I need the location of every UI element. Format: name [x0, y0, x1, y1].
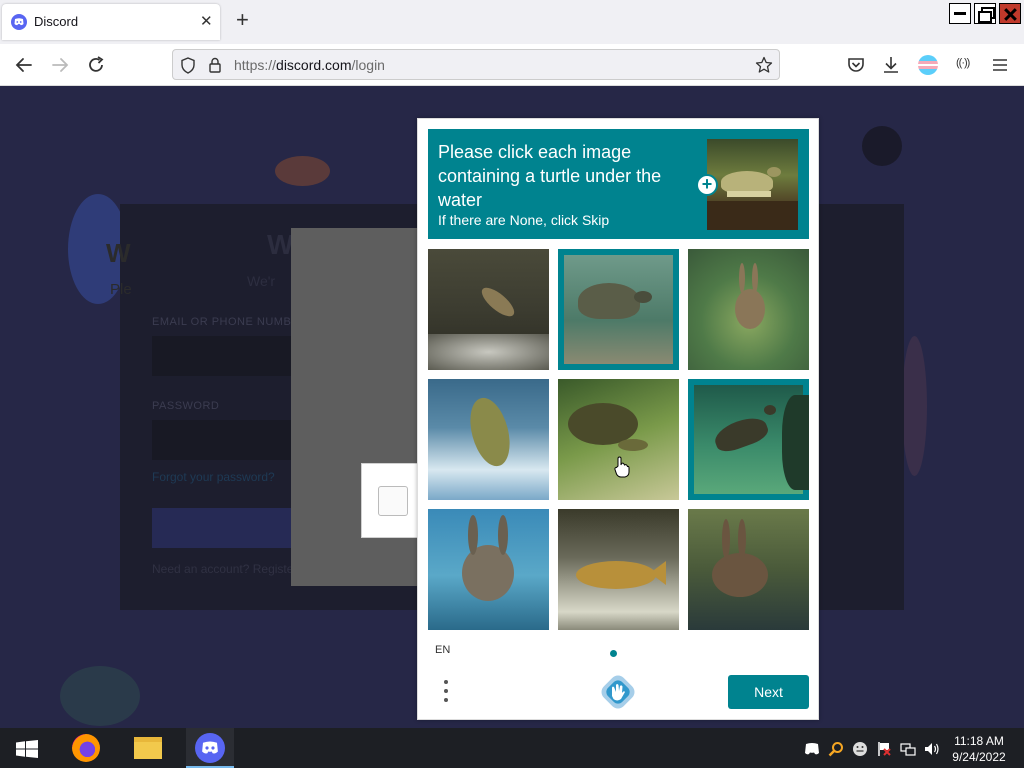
- challenge-tile-7[interactable]: [428, 509, 549, 630]
- bookmark-star-icon[interactable]: [755, 56, 773, 74]
- challenge-tile-8[interactable]: [558, 509, 679, 630]
- more-options-icon[interactable]: [442, 680, 450, 706]
- window-restore-button[interactable]: [974, 3, 996, 24]
- hamburger-menu-icon[interactable]: [989, 54, 1011, 76]
- challenge-tile-6[interactable]: [688, 379, 809, 500]
- pocket-icon[interactable]: [845, 54, 867, 76]
- language-selector[interactable]: EN: [435, 644, 450, 656]
- expand-example-icon[interactable]: +: [696, 174, 718, 196]
- tray-volume-icon[interactable]: [924, 741, 940, 757]
- challenge-prompt: Please click each image containing a tur…: [438, 142, 662, 210]
- background-illustration: [902, 336, 927, 476]
- challenge-tile-9[interactable]: [688, 509, 809, 630]
- url-scheme: https://: [234, 57, 277, 73]
- tray-search-tool-icon[interactable]: [828, 741, 844, 757]
- forward-arrow-icon[interactable]: [49, 54, 71, 76]
- image-grid: [428, 249, 809, 630]
- windows-taskbar: 11:18 AM 9/24/2022: [0, 728, 1024, 768]
- login-subheading: We'r: [247, 273, 276, 289]
- browser-nav-bar: https://discord.com/login ((·)): [0, 44, 1024, 86]
- padlock-icon[interactable]: [208, 57, 222, 73]
- tab-discord[interactable]: Discord ✕: [2, 4, 220, 40]
- address-bar[interactable]: https://discord.com/login: [172, 49, 780, 80]
- hcaptcha-logo-icon[interactable]: [601, 675, 635, 709]
- taskbar-discord[interactable]: [186, 728, 234, 768]
- tray-discord-icon[interactable]: [804, 741, 820, 757]
- windows-start-icon[interactable]: [16, 740, 38, 758]
- password-field[interactable]: [152, 420, 302, 460]
- email-label: EMAIL OR PHONE NUMBER: [152, 316, 308, 328]
- page-indicator-dot: [610, 650, 617, 657]
- tray-emoji-icon[interactable]: [852, 741, 868, 757]
- challenge-tile-5[interactable]: [558, 379, 679, 500]
- challenge-tile-1[interactable]: [428, 249, 549, 370]
- window-close-button[interactable]: [999, 3, 1021, 24]
- discord-icon: [195, 733, 225, 763]
- mouse-pointer-icon: [614, 456, 630, 478]
- background-illustration: [862, 126, 902, 166]
- reload-icon[interactable]: [85, 54, 107, 76]
- forgot-password-link[interactable]: Forgot your password?: [152, 470, 275, 484]
- login-button[interactable]: [152, 508, 302, 548]
- background-illustration: [60, 666, 140, 726]
- challenge-tile-4[interactable]: [428, 379, 549, 500]
- file-explorer-icon: [134, 737, 162, 759]
- back-arrow-icon[interactable]: [13, 54, 35, 76]
- captcha-dialog-subheading: Ple: [110, 281, 132, 298]
- url-path: /login: [351, 57, 385, 73]
- window-minimize-button[interactable]: [949, 3, 971, 24]
- account-avatar-icon[interactable]: [918, 55, 938, 75]
- login-heading: W: [267, 229, 294, 260]
- downloads-icon[interactable]: [880, 54, 902, 76]
- tab-close-icon[interactable]: ✕: [200, 12, 213, 30]
- background-illustration: [275, 156, 330, 186]
- challenge-tile-3[interactable]: [688, 249, 809, 370]
- challenge-header: Please click each image containing a tur…: [428, 129, 809, 239]
- tray-notification-flag-icon[interactable]: [876, 741, 892, 757]
- url-host: discord.com: [276, 57, 352, 73]
- hcaptcha-checkbox-widget[interactable]: [361, 463, 421, 538]
- extension-icon[interactable]: ((·)): [956, 57, 978, 79]
- tab-title: Discord: [34, 14, 79, 29]
- captcha-dialog-heading: W: [106, 238, 131, 268]
- hcaptcha-checkbox[interactable]: [378, 486, 408, 516]
- next-button[interactable]: Next: [728, 675, 809, 709]
- register-link[interactable]: Need an account? Register: [152, 562, 297, 576]
- new-tab-button[interactable]: +: [236, 9, 249, 31]
- discord-favicon-icon: [11, 14, 27, 30]
- url-text: https://discord.com/login: [234, 57, 385, 73]
- browser-tab-bar: Discord ✕ +: [0, 0, 1024, 44]
- challenge-sub-prompt: If there are None, click Skip: [438, 212, 610, 228]
- challenge-tile-2[interactable]: [558, 249, 679, 370]
- firefox-icon: [72, 734, 100, 762]
- hcaptcha-challenge: Please click each image containing a tur…: [417, 118, 819, 720]
- clock-time[interactable]: 11:18 AM: [948, 734, 1010, 748]
- tracking-shield-icon[interactable]: [180, 57, 196, 74]
- tray-network-icon[interactable]: [900, 741, 916, 757]
- email-field[interactable]: [152, 336, 302, 376]
- example-turtle-image[interactable]: [707, 139, 798, 230]
- taskbar-firefox[interactable]: [62, 728, 110, 768]
- clock-date[interactable]: 9/24/2022: [948, 750, 1010, 764]
- password-label: PASSWORD: [152, 400, 220, 412]
- taskbar-file-explorer[interactable]: [124, 728, 172, 768]
